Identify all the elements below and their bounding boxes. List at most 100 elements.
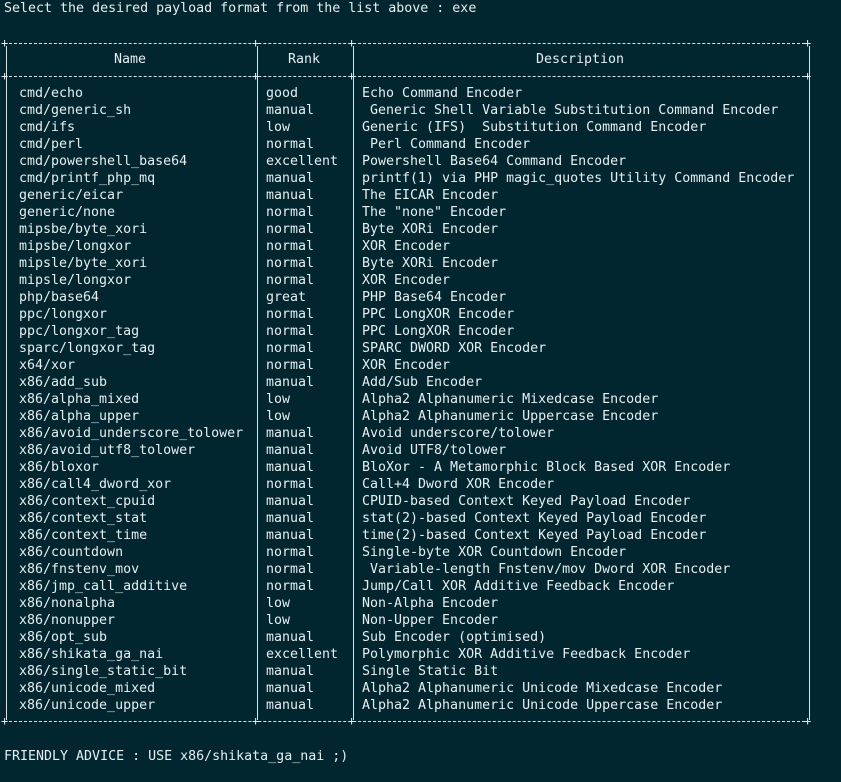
column-header-rank: Rank xyxy=(287,52,321,67)
encoder-rank-cell: manual xyxy=(266,630,315,645)
table-row: cmd/generic_sh manual Generic Shell Varia… xyxy=(4,102,810,119)
encoder-name-cell: x86/single_static_bit xyxy=(19,664,188,679)
encoder-name-cell: x86/alpha_mixed xyxy=(19,392,140,407)
encoder-name-cell: x64/xor xyxy=(19,358,76,373)
encoder-name-cell: generic/none xyxy=(19,205,116,220)
encoder-description-cell: BloXor - A Metamorphic Block Based XOR E… xyxy=(362,460,731,475)
table-row: x86/alpha_mixed low Alpha2 Alphanumeric Mi… xyxy=(4,391,810,408)
encoder-rank-cell: good xyxy=(266,86,299,101)
encoder-name-cell: x86/add_sub xyxy=(19,375,108,390)
encoder-rank-cell: manual xyxy=(266,664,315,679)
encoder-name-cell: x86/fnstenv_mov xyxy=(19,562,140,577)
encoder-rank-cell: normal xyxy=(266,545,315,560)
table-row: x86/context_stat manual stat(2)-based Cont… xyxy=(4,510,810,527)
table-bottom-border: + + + + xyxy=(1,714,812,728)
encoder-rank-cell: manual xyxy=(266,426,315,441)
table-header-border: + + + + xyxy=(1,69,812,83)
encoder-name-cell: x86/nonupper xyxy=(19,613,116,628)
encoder-rank-cell: low xyxy=(266,409,291,424)
encoder-name-cell: x86/opt_sub xyxy=(19,630,108,645)
encoder-rank-cell: manual xyxy=(266,375,315,390)
encoder-rank-cell: manual xyxy=(266,528,315,543)
encoder-rank-cell: manual xyxy=(266,460,315,475)
encoder-rank-cell: normal xyxy=(266,324,315,339)
encoder-description-cell: stat(2)-based Context Keyed Payload Enco… xyxy=(362,511,707,526)
table-row: x86/fnstenv_mov normal Variable-length Fn… xyxy=(4,561,810,578)
encoder-rank-cell: normal xyxy=(266,239,315,254)
table-row: x86/avoid_utf8_tolower manual Avoid UTF8/t… xyxy=(4,442,810,459)
encoder-rank-cell: normal xyxy=(266,562,315,577)
table-top-border: + + + + xyxy=(1,36,812,50)
encoder-rank-cell: normal xyxy=(266,358,315,373)
encoder-rank-cell: low xyxy=(266,613,291,628)
table-row: x86/opt_sub manual Sub Encoder (optimised) xyxy=(4,629,810,646)
encoder-rank-cell: normal xyxy=(266,579,315,594)
table-row: mipsbe/longxor normal XOR Encoder xyxy=(4,238,810,255)
table-row: sparc/longxor_tag normal SPARC DWORD XOR E… xyxy=(4,340,810,357)
encoder-name-cell: x86/unicode_upper xyxy=(19,698,156,713)
encoder-rank-cell: normal xyxy=(266,205,315,220)
encoder-description-cell: The "none" Encoder xyxy=(362,205,507,220)
encoder-rank-cell: normal xyxy=(266,273,315,288)
encoder-name-cell: mipsbe/longxor xyxy=(19,239,132,254)
encoder-rank-cell: great xyxy=(266,290,307,305)
terminal-window[interactable]: Select the desired payload format from t… xyxy=(1,0,840,782)
encoder-description-cell: XOR Encoder xyxy=(362,273,451,288)
prompt-line: Select the desired payload format from t… xyxy=(4,1,477,16)
encoder-name-cell: generic/eicar xyxy=(19,188,124,203)
encoder-rank-cell: excellent xyxy=(266,647,339,662)
table-row: mipsbe/byte_xori normal Byte XORi Encoder xyxy=(4,221,810,238)
encoder-description-cell: XOR Encoder xyxy=(362,358,451,373)
encoder-name-cell: x86/avoid_underscore_tolower xyxy=(19,426,244,441)
encoder-description-cell: Powershell Base64 Command Encoder xyxy=(362,154,627,169)
encoder-name-cell: x86/shikata_ga_nai xyxy=(19,647,164,662)
encoder-name-cell: x86/jmp_call_additive xyxy=(19,579,188,594)
encoder-rank-cell: excellent xyxy=(266,154,339,169)
encoder-name-cell: x86/context_cpuid xyxy=(19,494,156,509)
table-row: x86/avoid_underscore_tolower manual Avoid … xyxy=(4,425,810,442)
encoder-description-cell: Alpha2 Alphanumeric Unicode Mixedcase En… xyxy=(362,681,723,696)
encoder-description-cell: PHP Base64 Encoder xyxy=(362,290,507,305)
encoder-name-cell: ppc/longxor xyxy=(19,307,108,322)
encoder-description-cell: printf(1) via PHP magic_quotes Utility C… xyxy=(362,171,795,186)
encoder-name-cell: cmd/perl xyxy=(19,137,84,152)
encoder-rank-cell: manual xyxy=(266,681,315,696)
encoder-name-cell: x86/alpha_upper xyxy=(19,409,140,424)
encoder-name-cell: sparc/longxor_tag xyxy=(19,341,156,356)
column-header-name: Name xyxy=(113,52,147,67)
encoder-description-cell: Avoid underscore/tolower xyxy=(362,426,555,441)
encoder-name-cell: x86/context_stat xyxy=(19,511,148,526)
encoder-description-cell: Call+4 Dword XOR Encoder xyxy=(362,477,555,492)
table-row: x86/countdown normal Single-byte XOR Count… xyxy=(4,544,810,561)
encoder-description-cell: Jump/Call XOR Additive Feedback Encoder xyxy=(362,579,675,594)
encoder-description-cell: Perl Command Encoder xyxy=(362,137,531,152)
table-row: x64/xor normal XOR Encoder xyxy=(4,357,810,374)
encoder-description-cell: SPARC DWORD XOR Encoder xyxy=(362,341,547,356)
encoder-name-cell: cmd/echo xyxy=(19,86,84,101)
encoder-description-cell: CPUID-based Context Keyed Payload Encode… xyxy=(362,494,691,509)
encoder-name-cell: cmd/powershell_base64 xyxy=(19,154,188,169)
table-row: cmd/powershell_base64 excellent Powershell… xyxy=(4,153,810,170)
encoder-rank-cell: normal xyxy=(266,256,315,271)
encoder-rank-cell: manual xyxy=(266,511,315,526)
table-row: x86/single_static_bit manual Single Static… xyxy=(4,663,810,680)
encoder-name-cell: cmd/printf_php_mq xyxy=(19,171,156,186)
encoder-name-cell: x86/avoid_utf8_tolower xyxy=(19,443,196,458)
encoder-description-cell: Alpha2 Alphanumeric Mixedcase Encoder xyxy=(362,392,659,407)
table-row: x86/context_time manual time(2)-based Cont… xyxy=(4,527,810,544)
encoder-description-cell: Single Static Bit xyxy=(362,664,499,679)
encoder-rank-cell: manual xyxy=(266,443,315,458)
encoder-description-cell: PPC LongXOR Encoder xyxy=(362,307,515,322)
encoder-rank-cell: normal xyxy=(266,477,315,492)
encoder-description-cell: time(2)-based Context Keyed Payload Enco… xyxy=(362,528,707,543)
table-row: cmd/ifs low Generic (IFS) Substitution Com… xyxy=(4,119,810,136)
encoder-rank-cell: manual xyxy=(266,188,315,203)
encoder-rank-cell: low xyxy=(266,392,291,407)
table-row: x86/add_sub manual Add/Sub Encoder xyxy=(4,374,810,391)
friendly-advice-line: FRIENDLY ADVICE : USE x86/shikata_ga_nai… xyxy=(4,749,349,764)
encoder-description-cell: The EICAR Encoder xyxy=(362,188,499,203)
encoder-name-cell: mipsle/byte_xori xyxy=(19,256,148,271)
encoder-description-cell: Avoid UTF8/tolower xyxy=(362,443,507,458)
table-row: ppc/longxor normal PPC LongXOR Encoder xyxy=(4,306,810,323)
encoder-name-cell: cmd/ifs xyxy=(19,120,76,135)
